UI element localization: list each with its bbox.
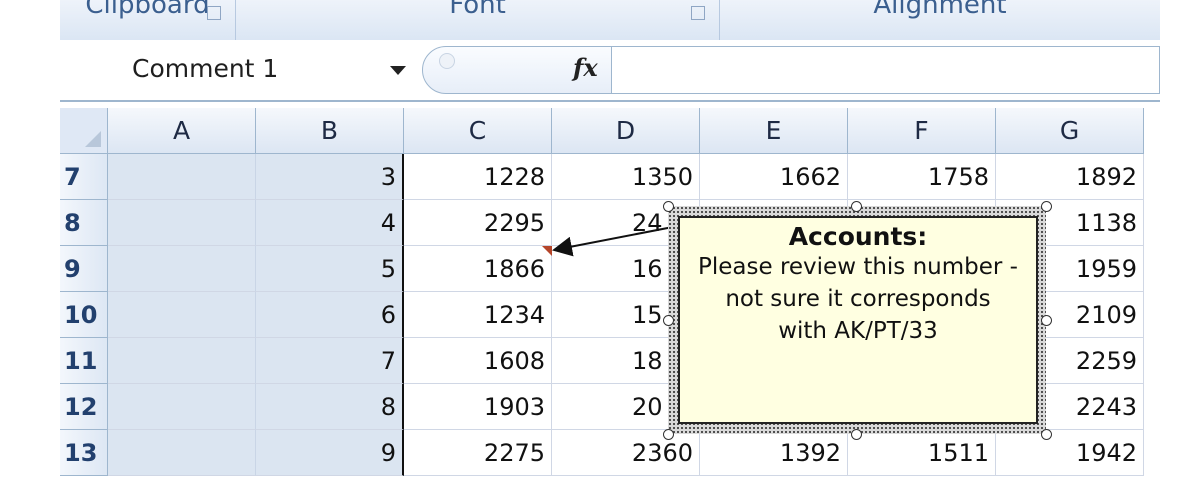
column-header-d[interactable]: D <box>552 108 700 154</box>
column-header-a[interactable]: A <box>108 108 256 154</box>
cell-b12[interactable]: 8 <box>256 384 404 430</box>
resize-handle-top-left[interactable] <box>663 201 674 212</box>
formula-buttons: fx <box>422 46 612 94</box>
comment-box[interactable]: Accounts: Please review this number - no… <box>678 216 1038 424</box>
cell-a10[interactable] <box>108 292 256 338</box>
resize-handle-bottom-left[interactable] <box>663 429 674 440</box>
row-header[interactable]: 9 <box>60 246 108 292</box>
row-header[interactable]: 7 <box>60 154 108 200</box>
cell-a12[interactable] <box>108 384 256 430</box>
row-header[interactable]: 11 <box>60 338 108 384</box>
resize-handle-bottom-right[interactable] <box>1041 429 1052 440</box>
resize-handle-right[interactable] <box>1041 315 1052 326</box>
resize-handle-top[interactable] <box>851 201 862 212</box>
comment-line: with AK/PT/33 <box>778 318 938 344</box>
column-header-b[interactable]: B <box>256 108 404 154</box>
cell-d7[interactable]: 1350 <box>552 154 700 200</box>
cell-c11[interactable]: 1608 <box>404 338 552 384</box>
resize-handle-bottom[interactable] <box>851 429 862 440</box>
resize-handle-left[interactable] <box>663 315 674 326</box>
cell-c9[interactable]: 1866 <box>404 246 552 292</box>
cell-d13[interactable]: 2360 <box>552 430 700 476</box>
cell-f13[interactable]: 1511 <box>848 430 996 476</box>
cell-b8[interactable]: 4 <box>256 200 404 246</box>
row-header[interactable]: 12 <box>60 384 108 430</box>
formula-input[interactable] <box>612 46 1160 94</box>
cell-a9[interactable] <box>108 246 256 292</box>
cell-c7[interactable]: 1228 <box>404 154 552 200</box>
cell-b13[interactable]: 9 <box>256 430 404 476</box>
column-header-g[interactable]: G <box>996 108 1144 154</box>
dialog-launcher-icon[interactable] <box>207 6 221 20</box>
comment-line: not sure it corresponds <box>725 286 991 312</box>
ribbon-group-clipboard: Clipboard <box>60 0 236 40</box>
cell-a7[interactable] <box>108 154 256 200</box>
cell-c13[interactable]: 2275 <box>404 430 552 476</box>
cell-a13[interactable] <box>108 430 256 476</box>
ribbon-group-font: Font <box>236 0 720 40</box>
cell-b10[interactable]: 6 <box>256 292 404 338</box>
insert-function-button[interactable]: fx <box>573 53 598 82</box>
cell-f7[interactable]: 1758 <box>848 154 996 200</box>
resize-handle-top-right[interactable] <box>1041 201 1052 212</box>
cell-b7[interactable]: 3 <box>256 154 404 200</box>
cell-e13[interactable]: 1392 <box>700 430 848 476</box>
comment-indicator-icon[interactable] <box>542 246 552 256</box>
ribbon-group-label: Font <box>449 0 506 20</box>
cell-a11[interactable] <box>108 338 256 384</box>
chevron-down-icon[interactable] <box>390 66 406 75</box>
cell-g13[interactable]: 1942 <box>996 430 1144 476</box>
ribbon-group-labels: Clipboard Font Alignment <box>60 0 1160 41</box>
column-header-e[interactable]: E <box>700 108 848 154</box>
row-header[interactable]: 10 <box>60 292 108 338</box>
cell-g7[interactable]: 1892 <box>996 154 1144 200</box>
formula-bar: Comment 1 fx <box>60 40 1160 102</box>
cell-b9[interactable]: 5 <box>256 246 404 292</box>
ribbon-group-alignment: Alignment <box>720 0 1160 40</box>
select-all-icon <box>85 131 101 147</box>
cell-c12[interactable]: 1903 <box>404 384 552 430</box>
ribbon-group-label: Alignment <box>873 0 1007 20</box>
row-header[interactable]: 8 <box>60 200 108 246</box>
dialog-launcher-icon[interactable] <box>691 6 705 20</box>
cancel-icon <box>439 53 455 69</box>
name-box-value: Comment 1 <box>132 54 279 83</box>
cell-c8[interactable]: 2295 <box>404 200 552 246</box>
cell-e7[interactable]: 1662 <box>700 154 848 200</box>
row-header[interactable]: 13 <box>60 430 108 476</box>
comment-author: Accounts: <box>788 222 928 251</box>
column-header-c[interactable]: C <box>404 108 552 154</box>
select-all-button[interactable] <box>60 108 108 154</box>
comment-line: Please review this number - <box>698 254 1018 280</box>
cell-c10[interactable]: 1234 <box>404 292 552 338</box>
cell-a8[interactable] <box>108 200 256 246</box>
name-box[interactable]: Comment 1 <box>60 48 414 92</box>
cell-b11[interactable]: 7 <box>256 338 404 384</box>
column-header-f[interactable]: F <box>848 108 996 154</box>
